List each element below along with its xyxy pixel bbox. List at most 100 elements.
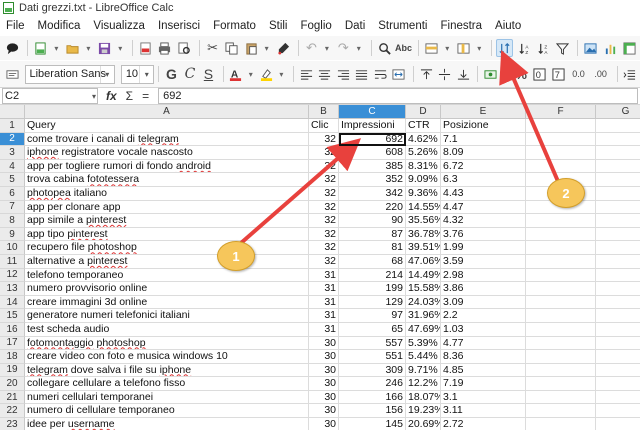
align-center-icon[interactable] — [316, 65, 333, 83]
row-header[interactable]: 20 — [0, 377, 25, 391]
menu-inserisci[interactable]: Inserisci — [158, 20, 200, 32]
cell-f11[interactable] — [526, 254, 596, 269]
sort-descending-icon[interactable]: ZA — [535, 39, 552, 57]
cell-f21[interactable] — [526, 390, 596, 405]
cell-f22[interactable] — [526, 404, 596, 419]
cell-a4[interactable]: app per togliere rumori di fondo android — [25, 159, 309, 174]
cell-e3[interactable]: 8.09 — [441, 146, 526, 160]
cell-g16[interactable] — [596, 323, 640, 337]
cell-c22[interactable]: 156 — [339, 404, 406, 419]
cell-f19[interactable] — [526, 363, 596, 378]
print-preview-icon[interactable] — [176, 39, 193, 57]
paste-icon[interactable] — [243, 39, 260, 57]
column-header-c[interactable]: C — [339, 105, 406, 119]
styles-icon[interactable] — [4, 65, 21, 83]
cell-d20[interactable]: 12.2% — [406, 377, 441, 391]
menu-file[interactable]: File — [6, 20, 25, 32]
cell-d6[interactable]: 9.36% — [406, 186, 441, 201]
cell-c9[interactable]: 87 — [339, 227, 406, 242]
cell-f1[interactable] — [526, 119, 596, 133]
cell-f9[interactable] — [526, 227, 596, 242]
cell-g2[interactable] — [596, 133, 640, 147]
cell-c5[interactable]: 352 — [339, 173, 406, 187]
center-vertically-icon[interactable] — [436, 65, 453, 83]
cell-g1[interactable] — [596, 119, 640, 133]
cell-c6[interactable]: 342 — [339, 186, 406, 201]
cell-b21[interactable]: 30 — [309, 390, 339, 405]
cell-g14[interactable] — [596, 296, 640, 310]
cell-d2[interactable]: 4.62% — [406, 132, 441, 147]
cell-b7[interactable]: 32 — [309, 200, 339, 215]
cell-c10[interactable]: 81 — [339, 241, 406, 255]
cell-d19[interactable]: 9.71% — [406, 363, 441, 378]
cell-f16[interactable] — [526, 322, 596, 337]
row-header[interactable]: 23 — [0, 418, 25, 430]
cell-c11[interactable]: 68 — [339, 254, 406, 269]
cell-a23[interactable]: idee per username — [25, 418, 309, 430]
row-header[interactable]: 21 — [0, 390, 25, 405]
cell-c3[interactable]: 608 — [339, 146, 406, 160]
cell-g23[interactable] — [596, 418, 640, 430]
cell-e23[interactable]: 2.72 — [441, 418, 526, 430]
cell-d17[interactable]: 5.39% — [406, 336, 441, 351]
font-size-combo[interactable]: 10 ▾ — [120, 64, 155, 84]
cell-g3[interactable] — [596, 146, 640, 160]
number-format-icon[interactable]: 0 — [531, 65, 548, 83]
cell-e11[interactable]: 3.59 — [441, 254, 526, 269]
cell-g15[interactable] — [596, 309, 640, 323]
cell-a5[interactable]: trova cabina fototessera — [25, 173, 309, 187]
column-header-d[interactable]: D — [406, 105, 441, 119]
cell-f20[interactable] — [526, 377, 596, 391]
align-bottom-icon[interactable] — [455, 65, 472, 83]
row-header[interactable]: 17 — [0, 336, 25, 351]
sort-ascending-icon[interactable]: AZ — [515, 39, 532, 57]
cell-a18[interactable]: creare video con foto e musica windows 1… — [25, 350, 309, 364]
menu-strumenti[interactable]: Strumenti — [378, 20, 427, 32]
cell-e10[interactable]: 1.99 — [441, 241, 526, 255]
cell-e9[interactable]: 3.76 — [441, 227, 526, 242]
sort-icon[interactable] — [495, 39, 514, 57]
cell-b18[interactable]: 30 — [309, 350, 339, 364]
cell-g11[interactable] — [596, 255, 640, 269]
cell-e17[interactable]: 4.77 — [441, 336, 526, 351]
cell-g20[interactable] — [596, 377, 640, 391]
cell-a3[interactable]: iphone registratore vocale nascosto — [25, 146, 309, 160]
print-icon[interactable] — [156, 39, 173, 57]
cell-c8[interactable]: 90 — [339, 214, 406, 228]
redo-icon[interactable]: ↷ — [335, 39, 352, 57]
cell-a12[interactable]: telefono temporaneo — [25, 268, 309, 283]
row-header[interactable]: 19 — [0, 363, 25, 378]
cell-b19[interactable]: 30 — [309, 363, 339, 378]
row-header[interactable]: 8 — [0, 214, 25, 228]
pivot-table-icon[interactable] — [621, 39, 638, 57]
cell-c13[interactable]: 199 — [339, 282, 406, 296]
column-dropdown-icon[interactable]: ▾ — [474, 39, 484, 57]
cell-c12[interactable]: 214 — [339, 268, 406, 283]
speech-bubble-icon[interactable] — [4, 39, 21, 57]
find-replace-icon[interactable] — [376, 39, 393, 57]
cell-c20[interactable]: 246 — [339, 377, 406, 391]
cell-a9[interactable]: app tipo pinterest — [25, 227, 309, 242]
cell-d22[interactable]: 19.23% — [406, 404, 441, 419]
highlight-color-icon[interactable] — [258, 65, 275, 83]
font-color-icon[interactable]: A — [228, 65, 245, 83]
menu-aiuto[interactable]: Aiuto — [495, 20, 521, 32]
copy-icon[interactable] — [223, 39, 240, 57]
cell-a7[interactable]: app per clonare app — [25, 200, 309, 215]
cell-c15[interactable]: 97 — [339, 309, 406, 323]
cell-d18[interactable]: 5.44% — [406, 350, 441, 364]
row-header[interactable]: 10 — [0, 241, 25, 255]
cell-b4[interactable]: 32 — [309, 159, 339, 174]
cell-b5[interactable]: 32 — [309, 173, 339, 187]
cell-a10[interactable]: recupero file photoshop — [25, 241, 309, 255]
cell-c18[interactable]: 551 — [339, 350, 406, 364]
cell-b23[interactable]: 30 — [309, 418, 339, 430]
function-wizard-button[interactable]: fx — [106, 89, 117, 103]
date-format-icon[interactable]: 7 — [550, 65, 567, 83]
row-dropdown-icon[interactable]: ▾ — [442, 39, 452, 57]
cell-c16[interactable]: 65 — [339, 322, 406, 337]
row-header[interactable]: 9 — [0, 227, 25, 242]
cell-g6[interactable] — [596, 187, 640, 201]
italic-button[interactable]: C — [182, 65, 199, 83]
cell-e16[interactable]: 1.03 — [441, 322, 526, 337]
